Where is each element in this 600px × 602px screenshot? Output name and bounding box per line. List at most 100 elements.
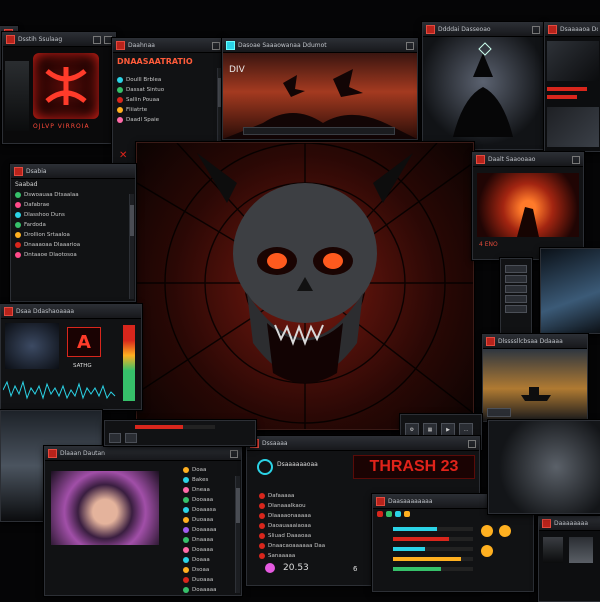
menu-item[interactable]: Doaa: [179, 465, 220, 475]
menu-button[interactable]: [505, 285, 527, 293]
menu-icon: [183, 567, 189, 573]
menu-item[interactable]: Bakes: [179, 475, 220, 485]
avatar-icon: [117, 107, 123, 113]
list-row[interactable]: Sliuad Daaaoaa: [255, 531, 329, 541]
menu-button[interactable]: [505, 275, 527, 283]
menu-item[interactable]: Dnaaaa: [179, 535, 220, 545]
close-button[interactable]: [212, 41, 220, 50]
status-icon: [15, 222, 21, 228]
list-row[interactable]: Dlaaaaonaaaaa: [255, 511, 329, 521]
playback-progress[interactable]: [135, 425, 215, 429]
list-row[interactable]: Sanaaaaa: [255, 551, 329, 561]
chat-item[interactable]: Fliiatrte: [113, 105, 223, 115]
red-status-bar: [547, 95, 577, 99]
channel-slider[interactable]: [393, 557, 473, 561]
list-item[interactable]: Fardoda: [11, 220, 135, 230]
list-row[interactable]: Dafaaaaa: [255, 491, 329, 501]
menu-icon: [183, 507, 189, 513]
close-button[interactable]: [572, 155, 580, 164]
settings-button[interactable]: ⚙: [405, 423, 419, 437]
list-item[interactable]: Dafabrae: [11, 200, 135, 210]
window-title: Dlaaan Dautan: [60, 450, 105, 457]
knob-icon[interactable]: [481, 545, 493, 557]
list-item[interactable]: Dnaaaoaa Dlaaarioa: [11, 240, 135, 250]
menu-item[interactable]: Doaaaa: [179, 545, 220, 555]
star-icon[interactable]: [404, 511, 410, 517]
menu-item[interactable]: Doaaa: [179, 555, 220, 565]
close-x-icon[interactable]: ✕: [119, 150, 127, 161]
grid-button[interactable]: ▦: [423, 423, 437, 437]
list-item[interactable]: Drollion Srtaaloa: [11, 230, 135, 240]
channel-slider[interactable]: [393, 547, 473, 551]
menu-item[interactable]: Duoaaa: [179, 515, 220, 525]
menu-icon: [183, 527, 189, 533]
menu-item[interactable]: Dneaa: [179, 485, 220, 495]
boss-window: Ddddai Dasseoao: [422, 22, 544, 150]
list-header: Saabad: [15, 181, 38, 188]
control-button[interactable]: [109, 433, 121, 443]
window-title: Dlssssllcbsaa Ddaaaa: [498, 338, 563, 345]
more-button[interactable]: …: [459, 423, 473, 437]
anarchy-logo-icon: A: [67, 327, 101, 357]
list-row[interactable]: Dlanaaalkaou: [255, 501, 329, 511]
list-item[interactable]: Dswoauaa Dtsaalaa: [11, 190, 135, 200]
menu-item[interactable]: Dooaaa: [179, 495, 220, 505]
character-thumbnail: [5, 61, 29, 131]
bullet-icon: [259, 553, 265, 559]
close-button[interactable]: [406, 41, 414, 50]
list-item[interactable]: Dlasshoo Duns: [11, 210, 135, 220]
knob-icon[interactable]: [481, 525, 493, 537]
app-icon: [542, 519, 551, 528]
thrash-header: Dsaaaaaaoaa: [277, 461, 318, 468]
scene-window-right: [488, 420, 600, 514]
status-icon: [15, 212, 21, 218]
avatar-icon: [117, 87, 123, 93]
close-button[interactable]: [468, 439, 476, 448]
app-icon: [376, 497, 385, 506]
progress-strip: [104, 420, 256, 446]
menu-item[interactable]: Doaaaaa: [179, 585, 220, 595]
channel-slider[interactable]: [393, 537, 473, 541]
menu-icon: [183, 577, 189, 583]
chat-item[interactable]: Dassat Sintuo: [113, 85, 223, 95]
control-button[interactable]: [125, 433, 137, 443]
menu-button[interactable]: [505, 295, 527, 303]
close-button[interactable]: [532, 25, 540, 34]
loop-icon[interactable]: [395, 511, 401, 517]
menu-item[interactable]: Duoaaa: [179, 575, 220, 585]
knob-icon[interactable]: [499, 525, 511, 537]
list-row[interactable]: Dnaacaoaaaaaa Daa: [255, 541, 329, 551]
window-title: Dsstih Ssulaag: [18, 36, 63, 43]
minimize-button[interactable]: [93, 35, 101, 44]
menu-button[interactable]: [505, 265, 527, 273]
sunset-window: Daalt Saaooaao 4 ENO: [472, 152, 584, 260]
window-title: Ddddai Dasseoao: [438, 26, 491, 33]
scene-thumbnail: [547, 107, 599, 147]
media-button[interactable]: ▶: [441, 423, 455, 437]
menu-item[interactable]: Dsoaa: [179, 565, 220, 575]
chat-item[interactable]: Daadl Spaie: [113, 115, 223, 125]
status-icon: [15, 192, 21, 198]
chat-item[interactable]: Sallin Pouaa: [113, 95, 223, 105]
menu-item[interactable]: Doaaasa: [179, 505, 220, 515]
list-row[interactable]: Daoauaaaiaoaa: [255, 521, 329, 531]
count-badge: 6: [353, 565, 358, 573]
list-item[interactable]: Dntaaoe Dlaotosoa: [11, 250, 135, 260]
app-icon: [548, 25, 557, 34]
record-icon[interactable]: [257, 459, 273, 475]
toolbar-strip: [243, 127, 395, 135]
menu-item[interactable]: Doaaaaa: [179, 525, 220, 535]
channel-slider[interactable]: [393, 567, 473, 571]
chat-item[interactable]: Doulll Brblea: [113, 75, 223, 85]
game-title: THRASH 23: [353, 455, 475, 479]
main-artwork-window: [136, 142, 474, 430]
record-icon[interactable]: [377, 511, 383, 517]
app-icon: [14, 167, 23, 176]
close-button[interactable]: [230, 449, 238, 458]
play-icon[interactable]: [386, 511, 392, 517]
webcam-feed: [51, 471, 159, 545]
play-button[interactable]: [487, 408, 511, 417]
close-button[interactable]: [104, 35, 112, 44]
channel-slider[interactable]: [393, 527, 473, 531]
menu-button[interactable]: [505, 305, 527, 313]
